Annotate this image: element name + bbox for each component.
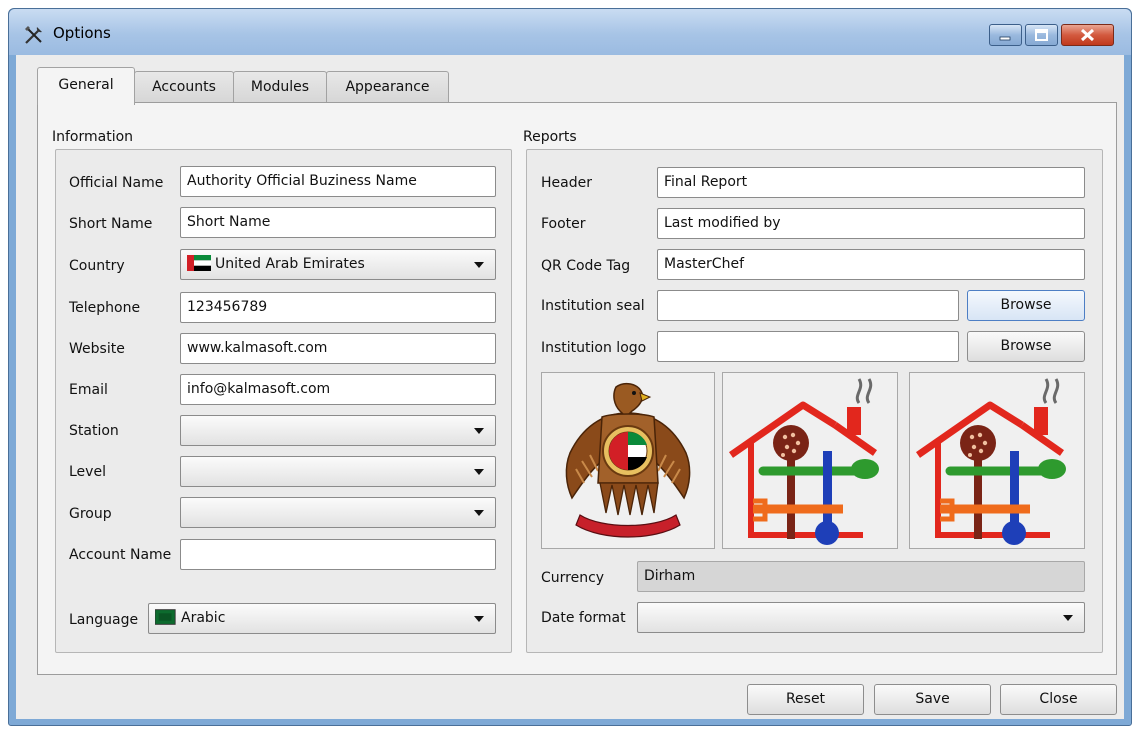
currency-label: Currency bbox=[541, 570, 605, 586]
close-icon bbox=[1080, 28, 1095, 42]
official-name-label: Official Name bbox=[69, 175, 164, 191]
language-select[interactable]: Arabic bbox=[148, 603, 496, 634]
chevron-down-icon bbox=[474, 469, 484, 475]
group-select[interactable] bbox=[180, 497, 496, 528]
save-button[interactable]: Save bbox=[874, 684, 991, 715]
country-label: Country bbox=[69, 258, 125, 274]
header-label: Header bbox=[541, 175, 592, 191]
tab-general[interactable]: General bbox=[37, 67, 135, 105]
station-select[interactable] bbox=[180, 415, 496, 446]
chevron-down-icon bbox=[474, 428, 484, 434]
maximize-button[interactable] bbox=[1025, 24, 1058, 46]
institution-seal-field[interactable] bbox=[657, 290, 959, 321]
chevron-down-icon bbox=[474, 262, 484, 268]
group-label: Group bbox=[69, 506, 112, 522]
short-name-label: Short Name bbox=[69, 216, 153, 232]
tools-icon bbox=[25, 26, 42, 44]
account-name-label: Account Name bbox=[69, 547, 172, 563]
email-field[interactable]: info@kalmasoft.com bbox=[180, 374, 496, 405]
chevron-down-icon bbox=[474, 510, 484, 516]
dialog-client-area: General Accounts Modules Appearance Info… bbox=[16, 55, 1124, 719]
institution-seal-label: Institution seal bbox=[541, 298, 645, 314]
logo-preview[interactable] bbox=[722, 372, 898, 549]
date-format-label: Date format bbox=[541, 610, 626, 626]
email-label: Email bbox=[69, 382, 108, 398]
language-label: Language bbox=[69, 612, 139, 628]
qr-code-tag-field[interactable]: MasterChef bbox=[657, 249, 1085, 280]
kitchen-house-logo-icon bbox=[729, 378, 879, 545]
tab-appearance[interactable]: Appearance bbox=[326, 71, 449, 103]
country-select[interactable]: United Arab Emirates bbox=[180, 249, 496, 280]
information-group-title: Information bbox=[52, 129, 134, 145]
currency-field: Dirham bbox=[637, 561, 1085, 592]
arabic-flag-icon bbox=[155, 609, 176, 625]
minimize-icon bbox=[999, 36, 1011, 41]
tab-modules[interactable]: Modules bbox=[233, 71, 327, 103]
account-name-field[interactable] bbox=[180, 539, 496, 570]
minimize-button[interactable] bbox=[989, 24, 1022, 46]
level-select[interactable] bbox=[180, 456, 496, 487]
station-label: Station bbox=[69, 423, 119, 439]
maximize-icon bbox=[1035, 29, 1048, 41]
uae-flag-icon bbox=[187, 255, 211, 271]
title-bar[interactable]: Options bbox=[9, 9, 1131, 55]
general-tab-pane: Information Official Name Authority Offi… bbox=[37, 102, 1117, 675]
qr-code-tag-label: QR Code Tag bbox=[541, 258, 631, 274]
uae-emblem-icon bbox=[565, 382, 691, 538]
reports-group: Header Final Report Footer Last modified… bbox=[526, 149, 1103, 653]
seal-preview[interactable] bbox=[541, 372, 715, 549]
institution-logo-field[interactable] bbox=[657, 331, 959, 362]
chevron-down-icon bbox=[474, 616, 484, 622]
website-field[interactable]: www.kalmasoft.com bbox=[180, 333, 496, 364]
footer-field[interactable]: Last modified by bbox=[657, 208, 1085, 239]
date-format-select[interactable] bbox=[637, 602, 1085, 633]
close-window-button[interactable] bbox=[1061, 24, 1114, 46]
browse-seal-button[interactable]: Browse bbox=[967, 290, 1085, 321]
information-group: Official Name Authority Official Buzines… bbox=[55, 149, 512, 653]
website-label: Website bbox=[69, 341, 125, 357]
reset-button[interactable]: Reset bbox=[747, 684, 864, 715]
country-value: United Arab Emirates bbox=[215, 256, 365, 272]
telephone-label: Telephone bbox=[69, 300, 141, 316]
short-name-field[interactable]: Short Name bbox=[180, 207, 496, 238]
kitchen-house-logo-icon bbox=[916, 378, 1066, 545]
logo-preview-alt[interactable] bbox=[909, 372, 1085, 549]
browse-logo-button[interactable]: Browse bbox=[967, 331, 1085, 362]
window-title: Options bbox=[53, 24, 111, 42]
close-button[interactable]: Close bbox=[1000, 684, 1117, 715]
level-label: Level bbox=[69, 464, 106, 480]
chevron-down-icon bbox=[1063, 615, 1073, 621]
header-field[interactable]: Final Report bbox=[657, 167, 1085, 198]
telephone-field[interactable]: 123456789 bbox=[180, 292, 496, 323]
institution-logo-label: Institution logo bbox=[541, 340, 647, 356]
official-name-field[interactable]: Authority Official Buziness Name bbox=[180, 166, 496, 197]
tab-accounts[interactable]: Accounts bbox=[134, 71, 234, 103]
reports-group-title: Reports bbox=[523, 129, 577, 145]
options-window: Options General Accounts Modules Appeara… bbox=[8, 8, 1132, 726]
language-value: Arabic bbox=[181, 610, 226, 626]
footer-label: Footer bbox=[541, 216, 586, 232]
